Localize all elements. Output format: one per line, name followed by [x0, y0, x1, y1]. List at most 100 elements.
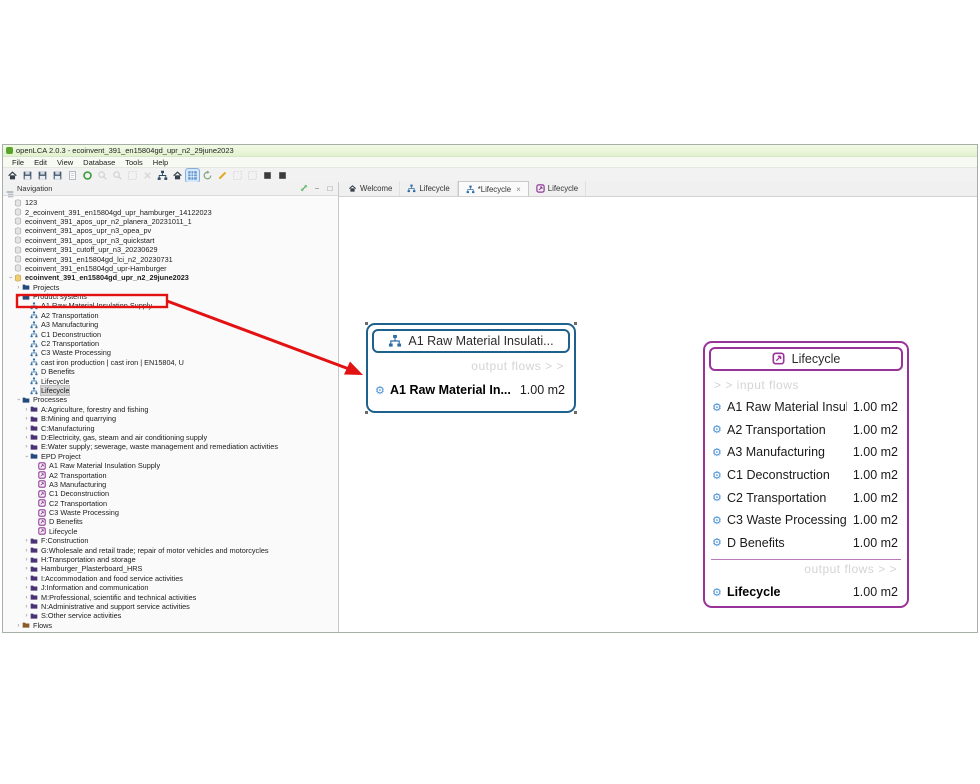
tree-expander-icon[interactable]: › — [14, 396, 23, 403]
tree-item[interactable]: ›B:Mining and quarrying — [3, 414, 338, 423]
tree-expander-icon[interactable]: › — [15, 283, 22, 292]
tree-item[interactable]: C2 Transportation — [3, 339, 338, 348]
refresh-icon[interactable] — [201, 169, 214, 182]
tree-item[interactable]: C3 Waste Processing — [3, 348, 338, 357]
minimize-panel-button[interactable]: − — [312, 184, 322, 193]
tree-item[interactable]: ecoinvent_391_cutoff_upr_n3_20230629 — [3, 245, 338, 254]
model-graph-canvas[interactable]: A1 Raw Material Insulati... output flows… — [339, 197, 977, 632]
grid-icon[interactable] — [246, 169, 259, 182]
tree-item[interactable]: ›EPD Project — [3, 452, 338, 461]
tree-expander-icon[interactable]: › — [23, 442, 30, 451]
home-icon[interactable] — [6, 169, 19, 182]
tree-item[interactable]: C1 Deconstruction — [3, 329, 338, 338]
node-lifecycle-input-row[interactable]: ⚙C2 Transportation1.00 m2 — [705, 486, 907, 509]
selection-handle[interactable] — [574, 322, 577, 325]
editor-tab-lifecycle[interactable]: *Lifecycle× — [458, 181, 529, 196]
tree-expander-icon[interactable]: › — [23, 536, 30, 545]
menu-item-view[interactable]: View — [52, 158, 78, 167]
tree-item[interactable]: A2 Transportation — [3, 311, 338, 320]
tree-item[interactable]: ›H:Transportation and storage — [3, 555, 338, 564]
tree-item[interactable]: ecoinvent_391_apos_upr_n2_planera_202310… — [3, 217, 338, 226]
tree-item[interactable]: ›E:Water supply; sewerage, waste managem… — [3, 442, 338, 451]
zoom-in-icon[interactable] — [96, 169, 109, 182]
node-a1-header[interactable]: A1 Raw Material Insulati... — [372, 329, 570, 353]
tree-item[interactable]: ›F:Construction — [3, 536, 338, 545]
tree-item[interactable]: ecoinvent_391_apos_upr_n3_quickstart — [3, 236, 338, 245]
editor-tab-welcome[interactable]: Welcome — [341, 181, 400, 196]
tree-expander-icon[interactable]: › — [23, 611, 30, 620]
tree-expander-icon[interactable]: › — [15, 630, 22, 632]
selection-icon[interactable] — [126, 169, 139, 182]
usage-icon[interactable] — [171, 169, 184, 182]
node-lifecycle-input-row[interactable]: ⚙A3 Manufacturing1.00 m2 — [705, 441, 907, 464]
tree-expander-icon[interactable]: › — [23, 574, 30, 583]
node-lifecycle-input-flows-toggle[interactable]: > > input flows — [705, 378, 907, 392]
selection-handle[interactable] — [365, 411, 368, 414]
tree-item[interactable]: Lifecycle — [3, 386, 338, 395]
tree-item[interactable]: ›J:Information and communication — [3, 583, 338, 592]
tree-item[interactable]: 2_ecoinvent_391_en15804gd_upr_hamburger_… — [3, 207, 338, 216]
tree-item[interactable]: ›M:Professional, scientific and technica… — [3, 592, 338, 601]
tree-item[interactable]: ›EPDs — [3, 630, 338, 632]
tree-item[interactable]: ›Product systems — [3, 292, 338, 301]
navigation-tree[interactable]: 1232_ecoinvent_391_en15804gd_upr_hamburg… — [3, 196, 338, 632]
edit-icon[interactable] — [216, 169, 229, 182]
validate-icon[interactable] — [81, 169, 94, 182]
node-lifecycle-output-flows-toggle[interactable]: output flows > > — [705, 562, 907, 576]
tree-expander-icon[interactable]: › — [23, 555, 30, 564]
tree-expander-icon[interactable]: › — [6, 274, 15, 281]
node-lifecycle-input-row[interactable]: ⚙C1 Deconstruction1.00 m2 — [705, 464, 907, 487]
tree-expander-icon[interactable]: › — [23, 414, 30, 423]
tree-item[interactable]: C1 Deconstruction — [3, 489, 338, 498]
tree-item[interactable]: Lifecycle — [3, 527, 338, 536]
node-a1-output-flows-toggle[interactable]: output flows > > — [368, 359, 574, 373]
tree-item[interactable]: ›ecoinvent_391_en15804gd_upr_n2_29june20… — [3, 273, 338, 282]
tree-expander-icon[interactable]: › — [14, 293, 23, 300]
node-lifecycle-header[interactable]: Lifecycle — [709, 347, 903, 371]
tree-item[interactable]: ›S:Other service activities — [3, 611, 338, 620]
node-lifecycle-input-row[interactable]: ⚙A2 Transportation1.00 m2 — [705, 419, 907, 442]
tree-item[interactable]: ›Projects — [3, 283, 338, 292]
tree-expander-icon[interactable]: › — [15, 621, 22, 630]
document-icon[interactable] — [66, 169, 79, 182]
menu-item-tools[interactable]: Tools — [120, 158, 148, 167]
tree-item[interactable]: ›Hamburger_Plasterboard_HRS — [3, 564, 338, 573]
node-lifecycle-input-row[interactable]: ⚙D Benefits1.00 m2 — [705, 532, 907, 555]
tree-expander-icon[interactable]: › — [23, 424, 30, 433]
link-editor-button[interactable] — [299, 184, 309, 194]
sitemap-icon[interactable] — [156, 169, 169, 182]
tree-item[interactable]: ›C:Manufacturing — [3, 423, 338, 432]
tree-item[interactable]: ecoinvent_391_en15804gd_lci_n2_20230731 — [3, 254, 338, 263]
tree-item[interactable]: D Benefits — [3, 517, 338, 526]
menu-item-database[interactable]: Database — [78, 158, 120, 167]
tree-item[interactable]: cast iron production | cast iron | EN158… — [3, 358, 338, 367]
tree-expander-icon[interactable]: › — [23, 433, 30, 442]
tree-expander-icon[interactable]: › — [22, 453, 31, 460]
tab-close-icon[interactable]: × — [516, 185, 521, 194]
graph-node-lifecycle[interactable]: Lifecycle > > input flows ⚙A1 Raw Materi… — [703, 341, 909, 608]
tree-item[interactable]: A3 Manufacturing — [3, 480, 338, 489]
delete-icon[interactable] — [141, 169, 154, 182]
tree-expander-icon[interactable]: › — [23, 583, 30, 592]
tree-item[interactable]: ecoinvent_391_en15804gd_upr-Hamburger — [3, 264, 338, 273]
tree-item[interactable]: C2 Transportation — [3, 499, 338, 508]
tree-item[interactable]: ›I:Accommodation and food service activi… — [3, 574, 338, 583]
tree-item[interactable]: ›Processes — [3, 395, 338, 404]
tree-expander-icon[interactable]: › — [23, 564, 30, 573]
tree-item[interactable]: ›D:Electricity, gas, steam and air condi… — [3, 433, 338, 442]
tree-item[interactable]: ›A:Agriculture, forestry and fishing — [3, 405, 338, 414]
tree-item[interactable]: Lifecycle — [3, 376, 338, 385]
editor-tab-lifecycle[interactable]: Lifecycle — [400, 181, 457, 196]
menu-item-edit[interactable]: Edit — [29, 158, 52, 167]
fit-icon[interactable] — [276, 169, 289, 182]
tree-item[interactable]: A2 Transportation — [3, 470, 338, 479]
menu-item-help[interactable]: Help — [148, 158, 173, 167]
tree-expander-icon[interactable]: › — [23, 593, 30, 602]
node-a1-output-row[interactable]: ⚙A1 Raw Material In...1.00 m2 — [368, 378, 574, 402]
node-lifecycle-input-row[interactable]: ⚙C3 Waste Processing1.00 m2 — [705, 509, 907, 532]
tree-item[interactable]: A1 Raw Material Insulation Supply — [3, 461, 338, 470]
graph-node-a1[interactable]: A1 Raw Material Insulati... output flows… — [366, 323, 576, 413]
minimap-icon[interactable] — [231, 169, 244, 182]
tree-expander-icon[interactable]: › — [23, 405, 30, 414]
editor-tab-lifecycle[interactable]: Lifecycle — [529, 181, 586, 196]
